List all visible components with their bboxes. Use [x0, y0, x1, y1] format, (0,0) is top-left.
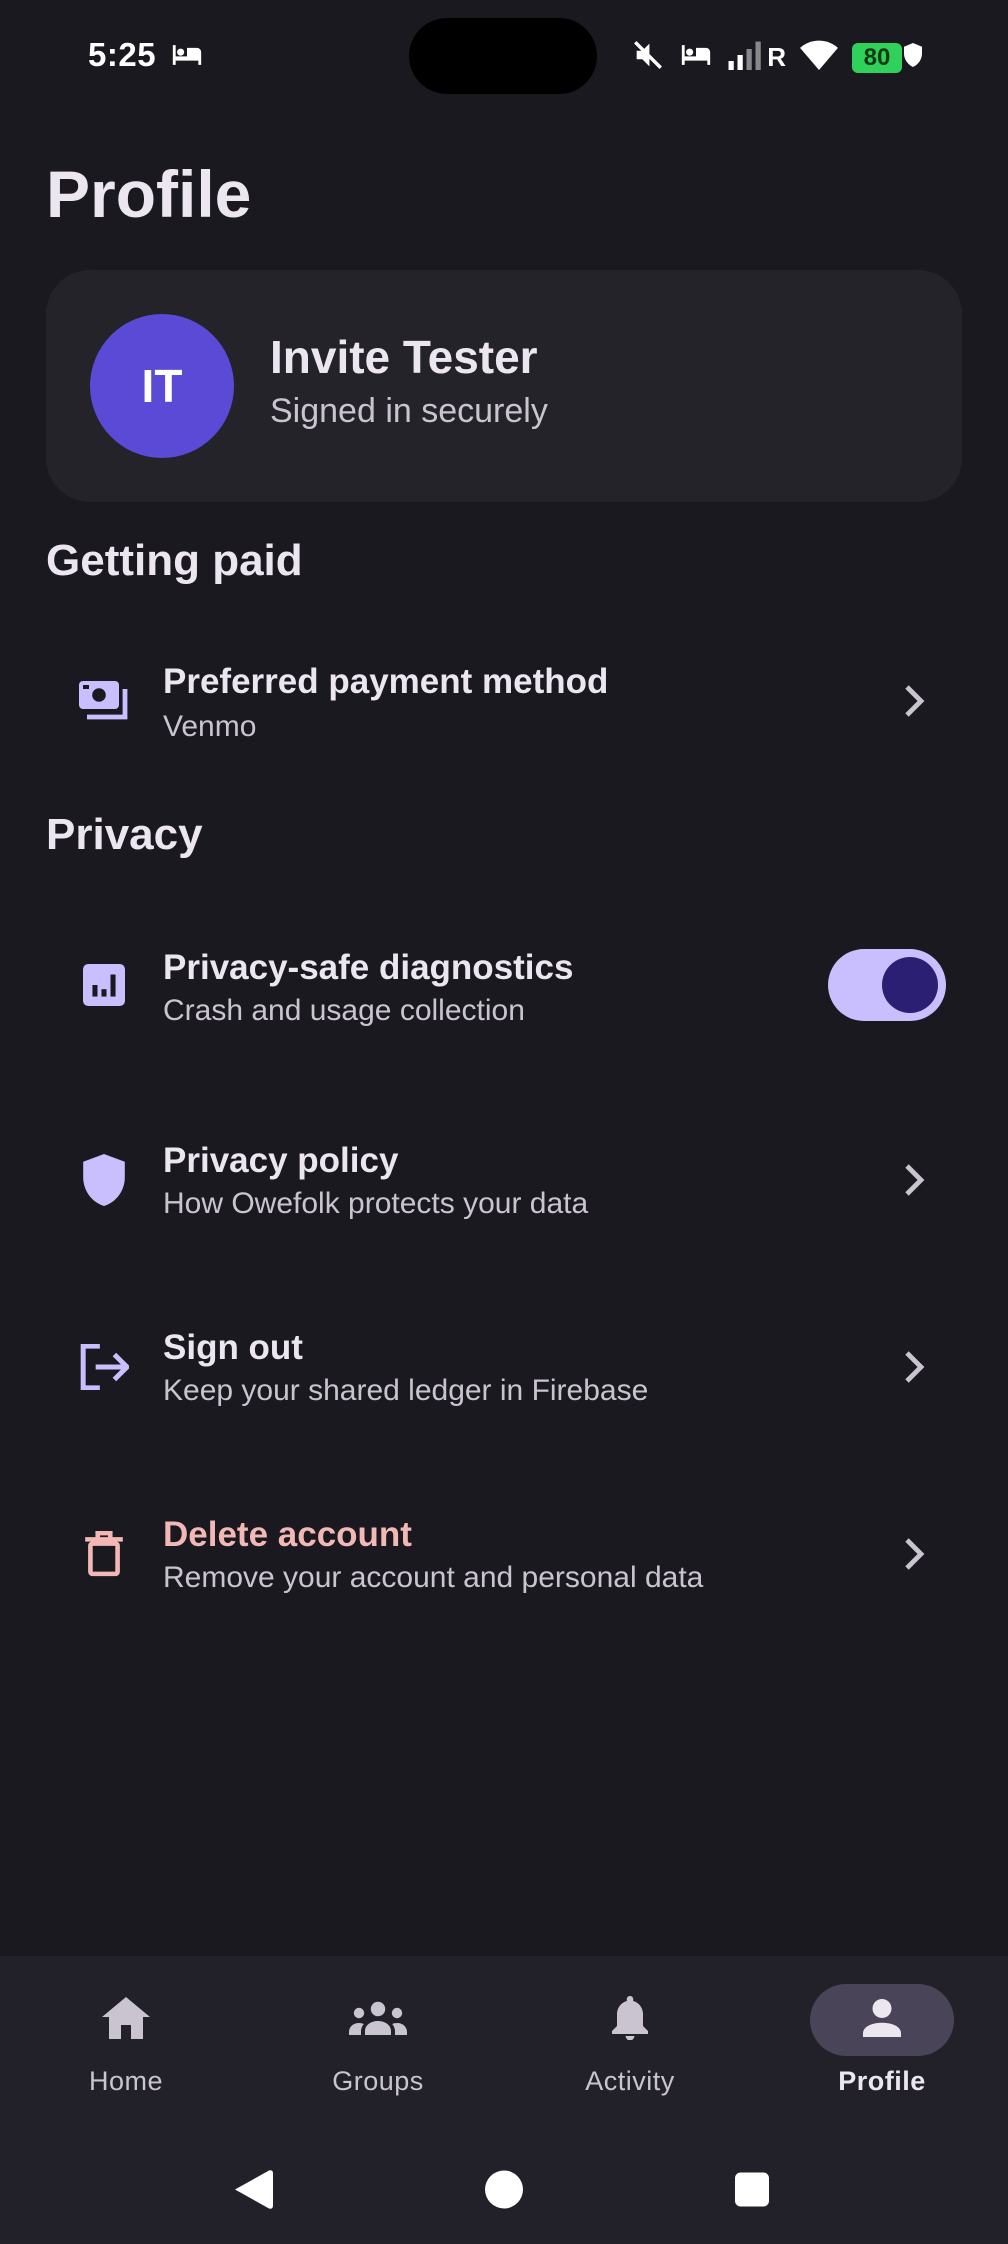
- payments-icon: [76, 673, 132, 729]
- section-title-getting-paid: Getting paid: [46, 536, 303, 585]
- toggle-knob: [882, 957, 938, 1013]
- sign-out-item[interactable]: Sign out Keep your shared ledger in Fire…: [46, 1292, 962, 1442]
- payment-method-item[interactable]: Preferred payment method Venmo: [46, 626, 962, 776]
- chevron-right-icon: [896, 1536, 932, 1572]
- bed-icon-right: [679, 42, 713, 73]
- recents-icon[interactable]: [735, 2172, 769, 2212]
- bell-icon: [611, 1995, 649, 2045]
- nav-activity[interactable]: Activity: [504, 1956, 756, 2140]
- sign-out-title: Sign out: [163, 1328, 303, 1367]
- delete-account-title: Delete account: [163, 1515, 412, 1554]
- profile-card: IT Invite Tester Signed in securely: [46, 270, 962, 502]
- diagnostics-title: Privacy-safe diagnostics: [163, 948, 574, 987]
- bottom-nav: Home Groups Activity Profile: [0, 1956, 1008, 2140]
- privacy-policy-item[interactable]: Privacy policy How Owefolk protects your…: [46, 1105, 962, 1255]
- nav-home[interactable]: Home: [0, 1956, 252, 2140]
- profile-status: Signed in securely: [270, 392, 548, 430]
- delete-account-item[interactable]: Delete account Remove your account and p…: [46, 1479, 962, 1629]
- shield-status-icon: [904, 43, 922, 72]
- nav-groups-icon-wrap: [306, 1984, 450, 2056]
- profile-name: Invite Tester: [270, 331, 538, 383]
- trash-icon: [76, 1526, 132, 1582]
- logout-icon: [76, 1339, 132, 1395]
- diagnostics-toggle[interactable]: [828, 949, 946, 1021]
- battery-indicator: 80: [852, 42, 902, 73]
- nav-profile[interactable]: Profile: [756, 1956, 1008, 2140]
- chevron-right-icon: [896, 1349, 932, 1385]
- chevron-right-icon: [896, 1162, 932, 1198]
- nav-home-label: Home: [88, 2066, 164, 2096]
- home-circle-icon[interactable]: [485, 2170, 523, 2214]
- privacy-policy-subtitle: How Owefolk protects your data: [163, 1187, 589, 1220]
- nav-activity-label: Activity: [585, 2066, 675, 2096]
- profile-screen: 5:25 R 80 Profile IT Invite Tester Signe…: [0, 0, 1008, 2244]
- payment-method-title: Preferred payment method: [163, 662, 609, 701]
- nav-groups-label: Groups: [332, 2066, 424, 2096]
- diagnostics-item[interactable]: Privacy-safe diagnostics Crash and usage…: [46, 910, 962, 1060]
- page-title: Profile: [46, 157, 252, 231]
- chevron-right-icon: [896, 683, 932, 719]
- nav-profile-label: Profile: [838, 2066, 926, 2096]
- back-icon[interactable]: [235, 2170, 273, 2215]
- delete-account-subtitle: Remove your account and personal data: [163, 1561, 704, 1594]
- nav-groups[interactable]: Groups: [252, 1956, 504, 2140]
- status-time: 5:25: [88, 36, 157, 73]
- payment-method-value: Venmo: [163, 710, 257, 743]
- groups-icon: [349, 2001, 407, 2040]
- mute-icon: [631, 38, 665, 77]
- home-icon: [102, 1996, 150, 2044]
- sign-out-subtitle: Keep your shared ledger in Firebase: [163, 1374, 649, 1407]
- diagnostics-subtitle: Crash and usage collection: [163, 994, 525, 1027]
- section-title-privacy: Privacy: [46, 810, 203, 859]
- person-icon: [863, 1998, 901, 2042]
- camera-cutout: [409, 18, 597, 94]
- shield-icon: [76, 1152, 132, 1208]
- wifi-icon: [800, 40, 838, 75]
- analytics-icon: [76, 957, 132, 1013]
- cell-signal-icon: [727, 40, 763, 75]
- avatar: IT: [90, 314, 234, 458]
- status-icons: R 80: [631, 38, 922, 77]
- privacy-policy-title: Privacy policy: [163, 1141, 399, 1180]
- roaming-indicator: R: [767, 42, 786, 72]
- bed-icon: [170, 42, 204, 73]
- nav-activity-icon-wrap: [558, 1984, 702, 2056]
- status-bar: 5:25 R 80: [0, 0, 1008, 115]
- system-nav-bar: [0, 2140, 1008, 2244]
- nav-profile-icon-wrap: [810, 1984, 954, 2056]
- nav-home-icon-wrap: [54, 1984, 198, 2056]
